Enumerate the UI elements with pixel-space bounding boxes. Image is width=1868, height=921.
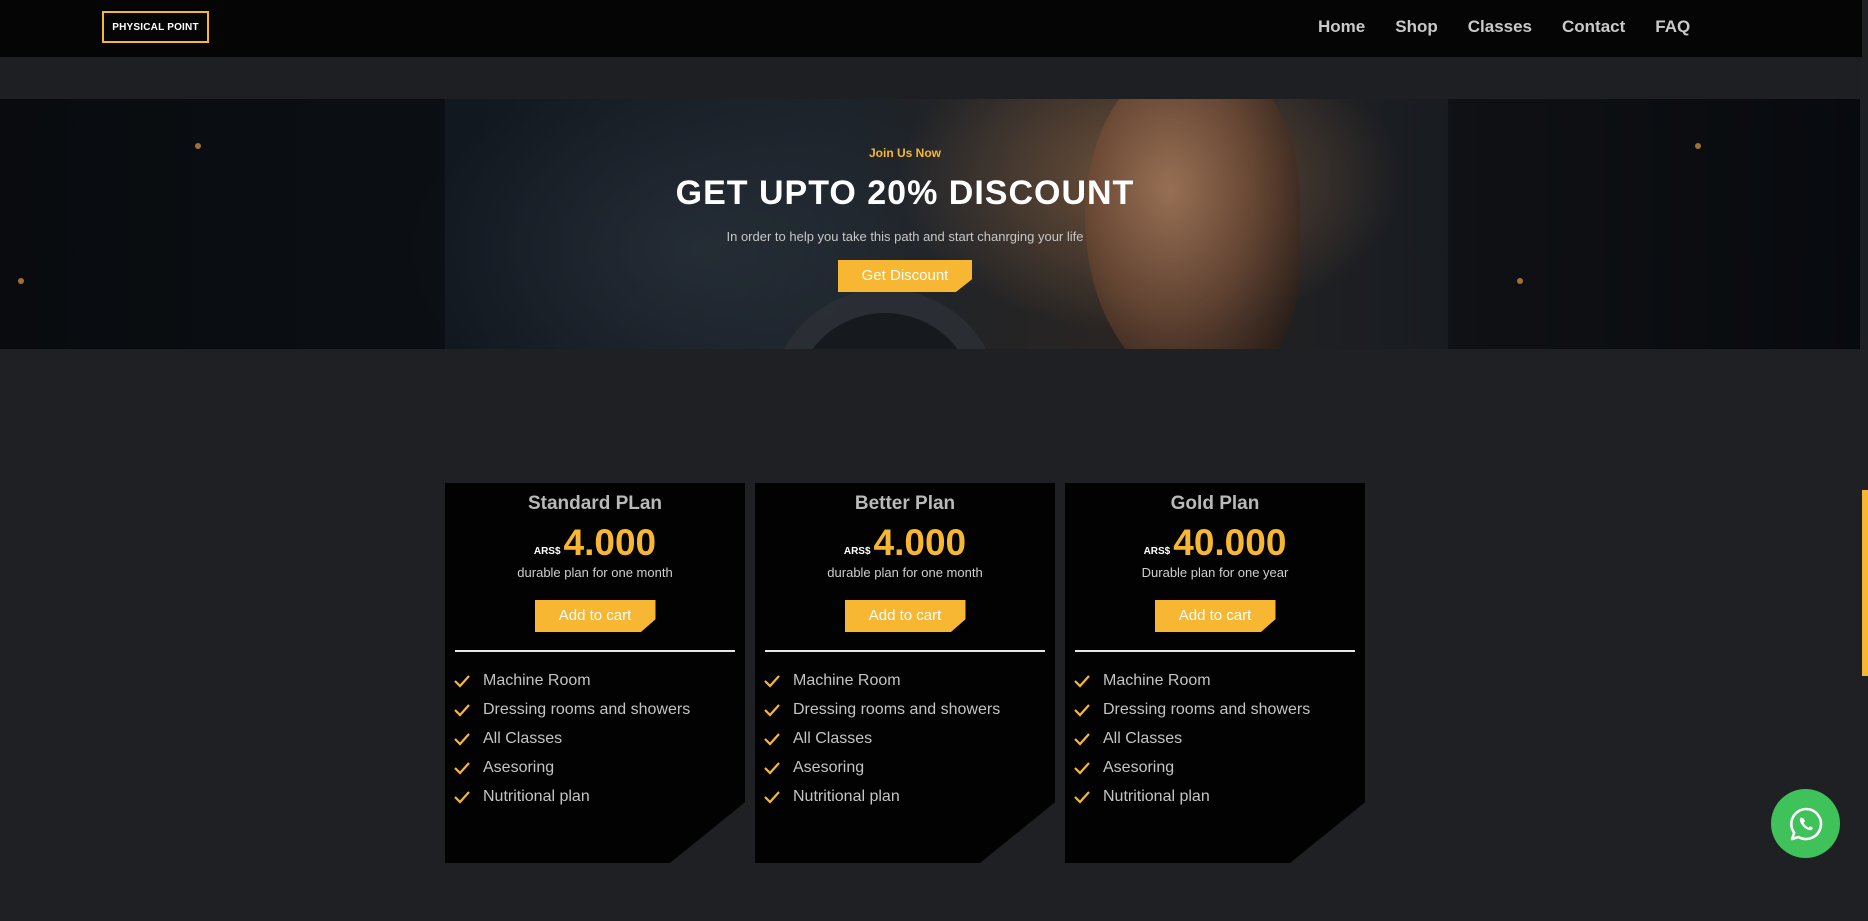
- check-icon: [1074, 790, 1090, 804]
- feature-label: Machine Room: [1103, 671, 1211, 689]
- feature-item: Asesoring: [1074, 753, 1365, 782]
- plan-currency: ARS$: [1143, 546, 1171, 557]
- check-icon: [764, 790, 780, 804]
- feature-label: Dressing rooms and showers: [793, 700, 1001, 718]
- add-to-cart-button[interactable]: Add to cart: [1154, 600, 1276, 632]
- check-icon: [764, 761, 780, 775]
- plan-card-better: Better Plan ARS$ 4.000 durable plan for …: [755, 483, 1055, 863]
- feature-label: All Classes: [1103, 729, 1183, 747]
- check-icon: [764, 674, 780, 688]
- feature-item: Nutritional plan: [454, 782, 745, 811]
- check-icon: [1074, 761, 1090, 775]
- feature-item: All Classes: [764, 724, 1055, 753]
- plan-card-gold: Gold Plan ARS$ 40.000 Durable plan for o…: [1065, 483, 1365, 863]
- nav-link-home[interactable]: Home: [1318, 17, 1365, 37]
- whatsapp-button[interactable]: [1771, 789, 1840, 858]
- check-icon: [1074, 703, 1090, 717]
- plan-features: Machine Room Dressing rooms and showers …: [755, 666, 1055, 811]
- feature-label: Asesoring: [793, 758, 865, 776]
- feature-item: Asesoring: [454, 753, 745, 782]
- feature-item: All Classes: [1074, 724, 1365, 753]
- nav-link-classes[interactable]: Classes: [1468, 17, 1532, 37]
- feature-label: Dressing rooms and showers: [1103, 700, 1311, 718]
- plan-description: durable plan for one month: [517, 565, 673, 580]
- plan-card-standard: Standard PLan ARS$ 4.000 durable plan fo…: [445, 483, 745, 863]
- check-icon: [454, 790, 470, 804]
- hero-title: GET UPTO 20% DISCOUNT: [675, 174, 1135, 212]
- check-icon: [454, 703, 470, 717]
- plan-name: Better Plan: [854, 493, 956, 514]
- check-icon: [1074, 674, 1090, 688]
- plan-description: Durable plan for one year: [1141, 565, 1289, 580]
- feature-item: Dressing rooms and showers: [1074, 695, 1365, 724]
- check-icon: [1074, 732, 1090, 746]
- feature-label: Nutritional plan: [793, 787, 900, 805]
- check-icon: [454, 732, 470, 746]
- feature-label: Dressing rooms and showers: [483, 700, 691, 718]
- plan-features: Machine Room Dressing rooms and showers …: [445, 666, 745, 811]
- feature-item: Nutritional plan: [764, 782, 1055, 811]
- hero-subtitle: In order to help you take this path and …: [726, 229, 1084, 244]
- feature-item: Dressing rooms and showers: [764, 695, 1055, 724]
- feature-item: Nutritional plan: [1074, 782, 1365, 811]
- hero-eyebrow: Join Us Now: [868, 146, 941, 160]
- page: PHYSICAL POINT Home Shop Classes Contact…: [0, 0, 1868, 921]
- hero-content: Join Us Now GET UPTO 20% DISCOUNT In ord…: [0, 99, 1810, 292]
- plan-name: Standard PLan: [527, 493, 663, 514]
- logo[interactable]: PHYSICAL POINT: [102, 11, 209, 43]
- plan-description: durable plan for one month: [827, 565, 983, 580]
- feature-item: Machine Room: [454, 666, 745, 695]
- plan-amount: 40.000: [1173, 522, 1287, 563]
- plan-price: ARS$ 4.000: [755, 523, 1055, 563]
- feature-item: Asesoring: [764, 753, 1055, 782]
- nav-links: Home Shop Classes Contact FAQ: [1318, 17, 1690, 37]
- feature-label: Machine Room: [793, 671, 901, 689]
- feature-label: Asesoring: [483, 758, 555, 776]
- hero-background-plate: [770, 289, 1000, 349]
- feature-label: Machine Room: [483, 671, 591, 689]
- add-to-cart-button[interactable]: Add to cart: [534, 600, 656, 632]
- feature-item: Machine Room: [1074, 666, 1365, 695]
- nav-link-contact[interactable]: Contact: [1562, 17, 1625, 37]
- feature-item: All Classes: [454, 724, 745, 753]
- plan-divider: [1075, 650, 1355, 652]
- plan-currency: ARS$: [533, 546, 561, 557]
- plan-name: Gold Plan: [1170, 493, 1260, 514]
- plan-currency: ARS$: [843, 546, 871, 557]
- get-discount-button[interactable]: Get Discount: [838, 260, 972, 292]
- feature-label: Asesoring: [1103, 758, 1175, 776]
- feature-label: Nutritional plan: [1103, 787, 1210, 805]
- check-icon: [454, 761, 470, 775]
- feature-label: All Classes: [793, 729, 873, 747]
- pricing-plans: Standard PLan ARS$ 4.000 durable plan fo…: [445, 483, 1365, 863]
- feature-item: Machine Room: [764, 666, 1055, 695]
- discount-banner: Join Us Now GET UPTO 20% DISCOUNT In ord…: [0, 99, 1860, 349]
- plan-amount: 4.000: [563, 522, 657, 563]
- nav-link-faq[interactable]: FAQ: [1655, 17, 1690, 37]
- plan-divider: [765, 650, 1045, 652]
- feature-label: All Classes: [483, 729, 563, 747]
- plan-amount: 4.000: [873, 522, 967, 563]
- navbar: PHYSICAL POINT Home Shop Classes Contact…: [0, 0, 1862, 57]
- add-to-cart-button[interactable]: Add to cart: [844, 600, 966, 632]
- plan-features: Machine Room Dressing rooms and showers …: [1065, 666, 1365, 811]
- feature-item: Dressing rooms and showers: [454, 695, 745, 724]
- nav-link-shop[interactable]: Shop: [1395, 17, 1438, 37]
- check-icon: [764, 732, 780, 746]
- plan-price: ARS$ 40.000: [1065, 523, 1365, 563]
- check-icon: [764, 703, 780, 717]
- plan-price: ARS$ 4.000: [445, 523, 745, 563]
- feature-label: Nutritional plan: [483, 787, 590, 805]
- plan-divider: [455, 650, 735, 652]
- whatsapp-icon: [1789, 807, 1822, 840]
- check-icon: [454, 674, 470, 688]
- header-spacer: [0, 57, 1862, 99]
- scrollbar-thumb[interactable]: [1862, 490, 1868, 676]
